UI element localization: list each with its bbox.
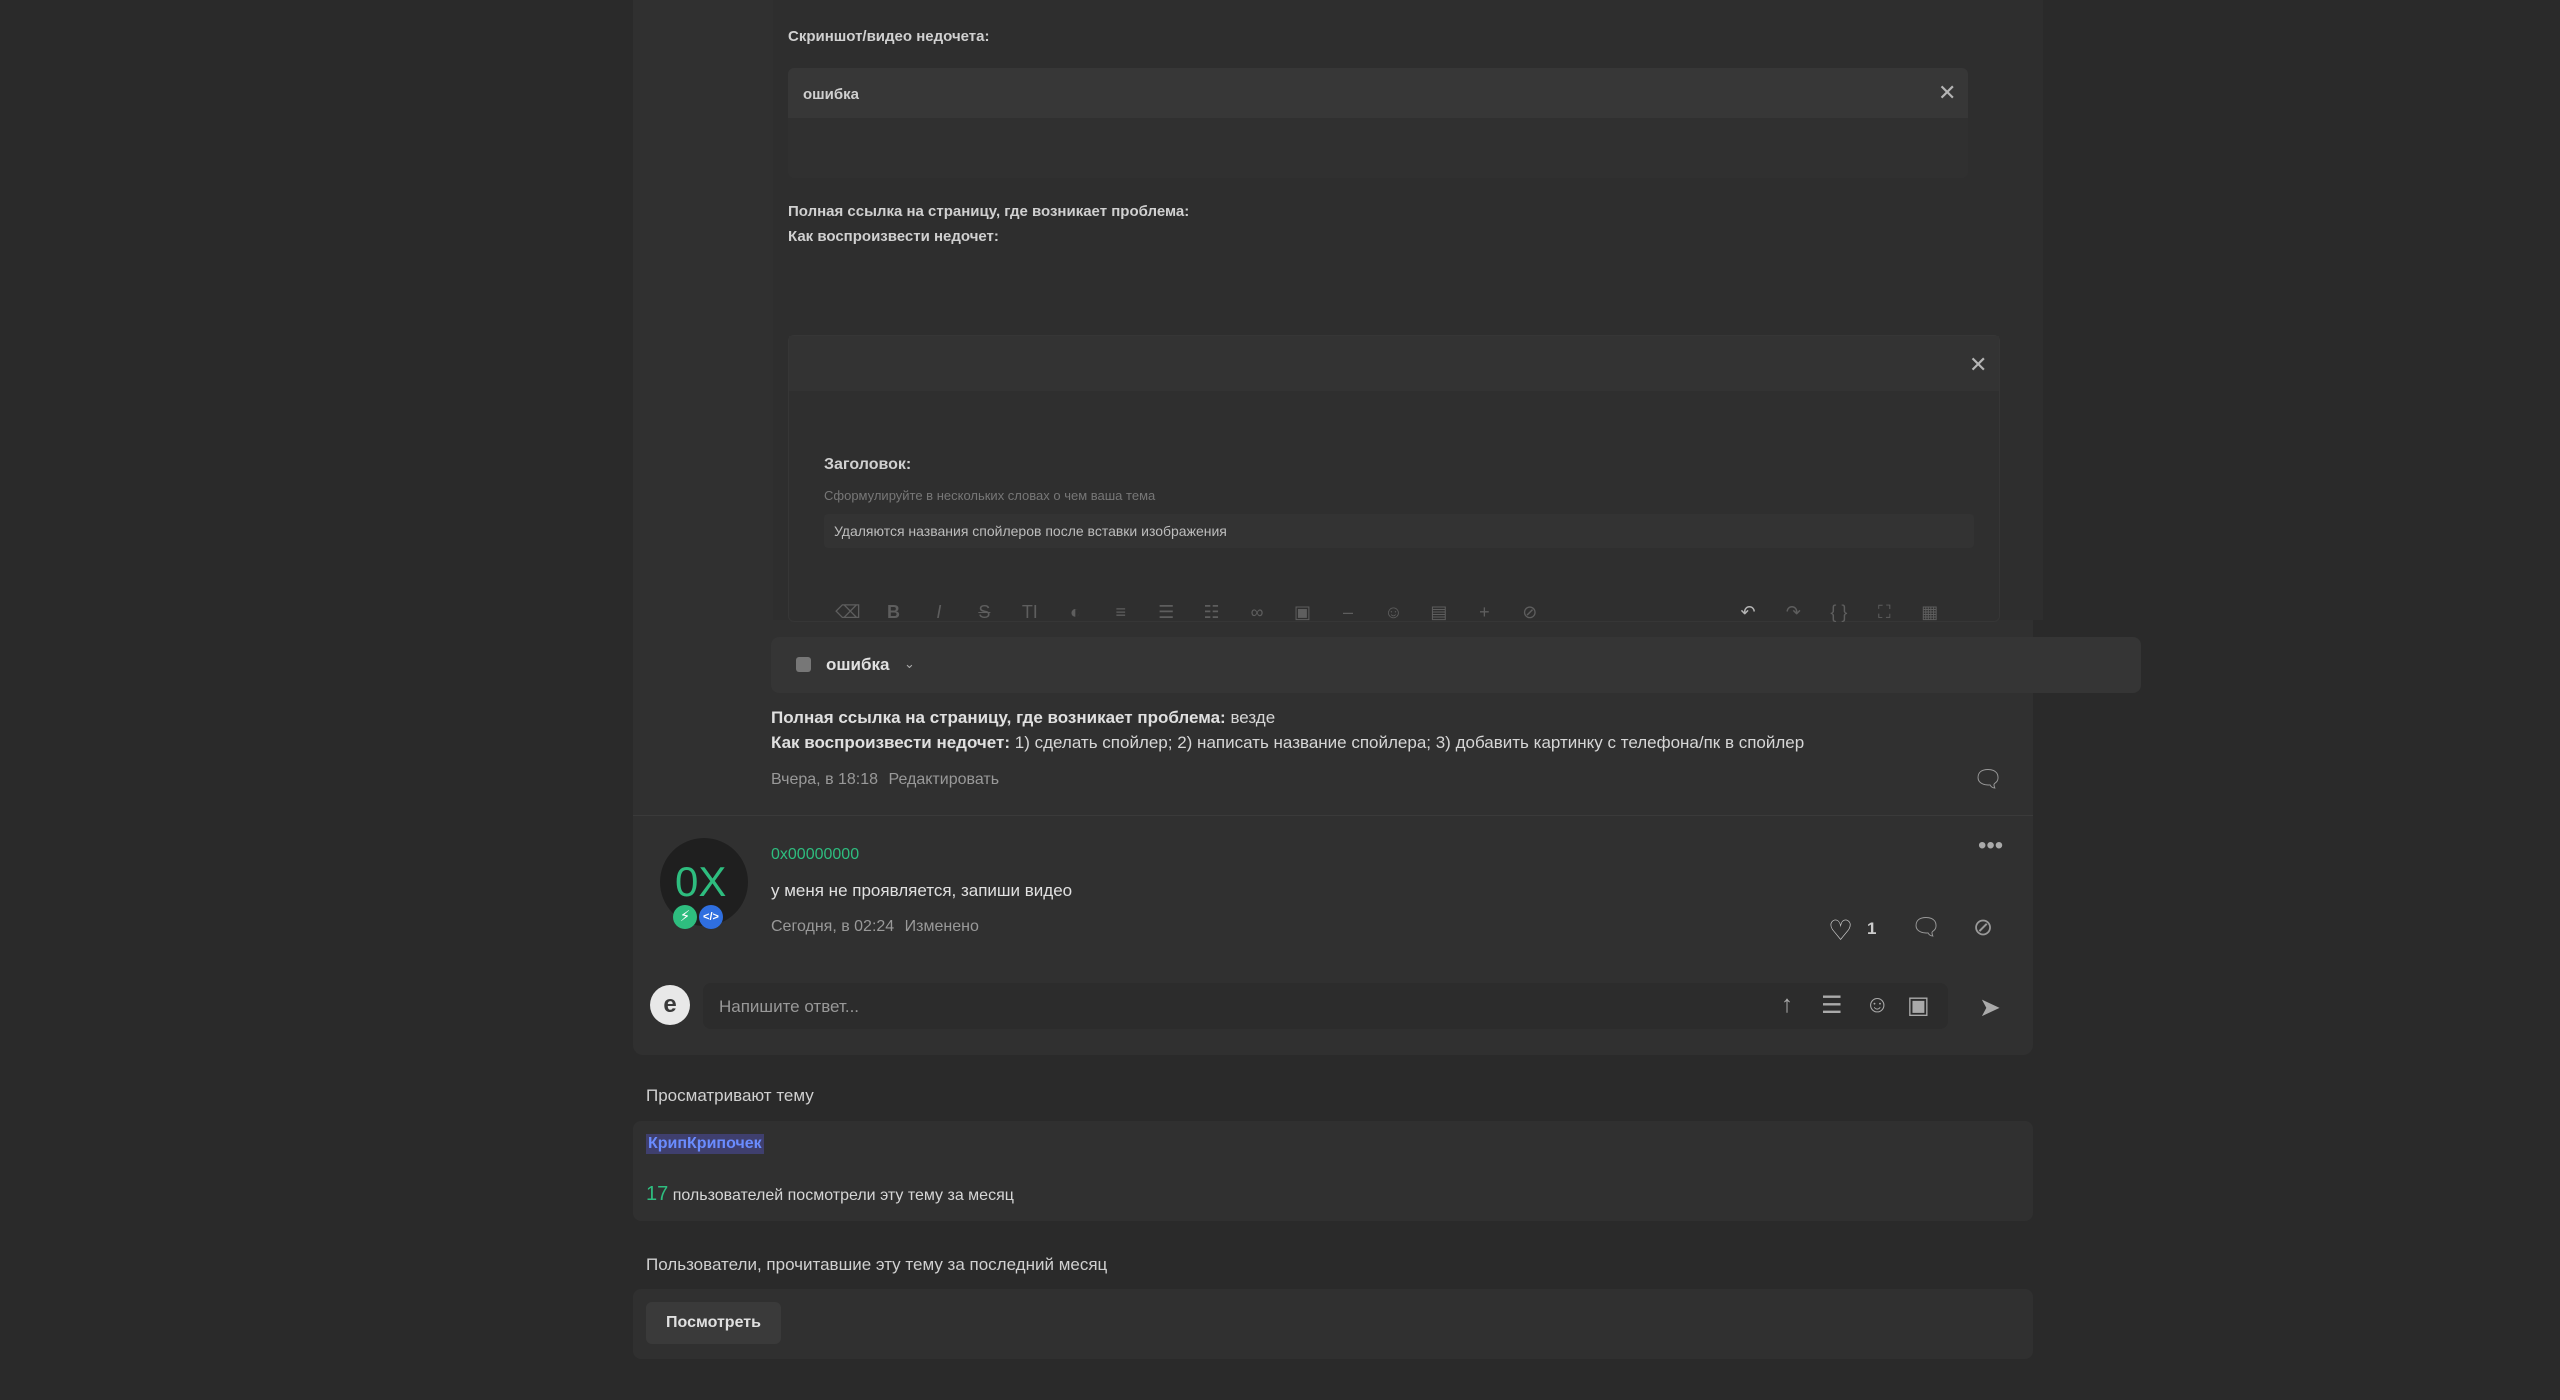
post2-edited: Изменено	[904, 918, 979, 935]
current-user-avatar[interactable]: e	[650, 985, 690, 1025]
editor-header	[789, 336, 1999, 391]
spoiler-toggle[interactable]: ошибка ⌄	[771, 637, 2141, 693]
numbered-list-icon[interactable]: ☷	[1198, 598, 1226, 626]
readers-panel: Посмотреть	[633, 1289, 2033, 1359]
bold-icon[interactable]: B	[879, 598, 907, 626]
viewer-user-link[interactable]: КрипКрипочек	[646, 1134, 764, 1154]
image-icon[interactable]: ▣	[1289, 598, 1317, 626]
edit-link[interactable]: Редактировать	[889, 771, 1000, 788]
eraser-icon[interactable]: ⌫	[834, 598, 862, 626]
viewers-heading: Просматривают тему	[646, 1086, 814, 1105]
post-screenshot-image: Скриншот/видео недочета: ошибка ✕ Полная…	[773, 0, 2043, 622]
screenshot-label: Скриншот/видео недочета:	[788, 28, 990, 45]
comment-icon[interactable]: 🗨	[1973, 765, 2003, 794]
viewers-count-text: пользователей посмотрели эту тему за мес…	[672, 1187, 1014, 1204]
like-count: 1	[1867, 919, 1877, 938]
reply-placeholder: Напишите ответ...	[719, 997, 860, 1016]
align-icon[interactable]: ≡	[1107, 598, 1135, 626]
link-icon[interactable]: ∞	[1243, 598, 1271, 626]
link-label: Полная ссылка на страницу, где возникает…	[771, 708, 1226, 727]
redo-icon[interactable]: ↷	[1779, 598, 1807, 626]
title-label: Заголовок:	[824, 456, 912, 473]
send-icon[interactable]: ➤	[1979, 992, 2001, 1023]
spoiler-box: ошибка ✕	[788, 68, 1968, 178]
spoiler-label: ошибка	[826, 655, 890, 674]
hide-icon[interactable]: ⊘	[1516, 598, 1544, 626]
link-value: везде	[1230, 708, 1276, 727]
fullscreen-icon[interactable]: ⛶	[1870, 598, 1898, 626]
code-icon[interactable]: { }	[1825, 598, 1853, 626]
lightning-badge-icon: ⚡	[673, 905, 697, 929]
avatar-text: 0X	[675, 858, 727, 905]
embedded-repro-label: Как воспроизвести недочет:	[788, 228, 999, 245]
post1-meta: Вчера, в 18:18 Редактировать	[771, 771, 999, 789]
divider-icon[interactable]: –	[1334, 598, 1362, 626]
post2-text: у меня не проявляется, запиши видео	[771, 881, 1073, 900]
heart-icon[interactable]: ♡	[1828, 914, 1853, 947]
repro-label: Как воспроизвести недочет:	[771, 733, 1011, 752]
code-badge-icon: </>	[699, 905, 723, 929]
post-repro-line: Как воспроизвести недочет: 1) сделать сп…	[771, 733, 1804, 753]
font-size-icon[interactable]: TI	[1016, 598, 1044, 626]
spoiler-icon	[796, 657, 811, 672]
viewers-panel: КрипКрипочек 17 пользователей посмотрели…	[633, 1121, 2033, 1221]
arrow-up-icon[interactable]: ↑	[1781, 991, 1793, 1019]
save-draft-icon[interactable]: ▦	[1916, 598, 1944, 626]
post2-meta: Сегодня, в 02:24 Изменено	[771, 918, 979, 936]
close-icon[interactable]: ✕	[1938, 80, 1956, 106]
post-container: Скриншот/видео недочета: ошибка ✕ Полная…	[633, 0, 2141, 1055]
readers-heading: Пользователи, прочитавшие эту тему за по…	[646, 1255, 1108, 1274]
title-value: Удаляются названия спойлеров после встав…	[834, 523, 1227, 539]
view-readers-button[interactable]: Посмотреть	[646, 1302, 781, 1344]
post2-date[interactable]: Сегодня, в 02:24	[771, 918, 894, 935]
undo-icon[interactable]: ↶	[1734, 598, 1762, 626]
more-options-icon[interactable]: •••	[1978, 832, 2003, 860]
viewers-count-line: 17 пользователей посмотрели эту тему за …	[646, 1183, 1014, 1206]
close-icon[interactable]: ✕	[1969, 352, 1987, 378]
strikethrough-icon[interactable]: S	[970, 598, 998, 626]
bullet-list-icon[interactable]: ☰	[1152, 598, 1180, 626]
editor-toolbar: ⌫ B I S TI ◐ ≡ ☰ ☷ ∞ ▣ – ☺ ▤ + ⊘	[834, 598, 1557, 626]
title-input[interactable]: Удаляются названия спойлеров после встав…	[824, 514, 1974, 548]
hide-eye-icon[interactable]: ⊘	[1973, 913, 1993, 942]
italic-icon[interactable]: I	[925, 598, 953, 626]
emoji-icon[interactable]: ☺	[1379, 598, 1407, 626]
post-date[interactable]: Вчера, в 18:18	[771, 771, 878, 788]
post2-author[interactable]: 0x00000000	[771, 846, 859, 864]
list-icon[interactable]: ☰	[1821, 991, 1843, 1020]
spoiler-title: ошибка	[803, 86, 860, 103]
color-icon[interactable]: ◐	[1061, 598, 1089, 626]
post-link-line: Полная ссылка на страницу, где возникает…	[771, 708, 1275, 728]
reply-comment-icon[interactable]: 🗨	[1911, 913, 1941, 942]
editor-toolbar-right: ↶ ↷ { } ⛶ ▦	[1734, 598, 1957, 626]
image-upload-icon[interactable]: ▣	[1907, 991, 1930, 1020]
plus-icon[interactable]: +	[1470, 598, 1498, 626]
gallery-icon[interactable]: ▤	[1425, 598, 1453, 626]
chevron-down-icon: ⌄	[904, 656, 915, 671]
repro-value: 1) сделать спойлер; 2) написать название…	[1014, 733, 1805, 752]
viewers-count: 17	[646, 1183, 669, 1205]
embedded-link-label: Полная ссылка на страницу, где возникает…	[788, 203, 1190, 220]
editor-panel: ✕ Заголовок: Сформулируйте в нескольких …	[788, 335, 2000, 622]
spoiler-header	[788, 68, 1968, 118]
smiley-icon[interactable]: ☺	[1865, 991, 1890, 1019]
divider	[633, 815, 2033, 816]
reply-input[interactable]: Напишите ответ... ↑ ☰ ☺ ▣	[703, 983, 1948, 1029]
title-hint: Сформулируйте в нескольких словах о чем …	[824, 488, 1156, 503]
